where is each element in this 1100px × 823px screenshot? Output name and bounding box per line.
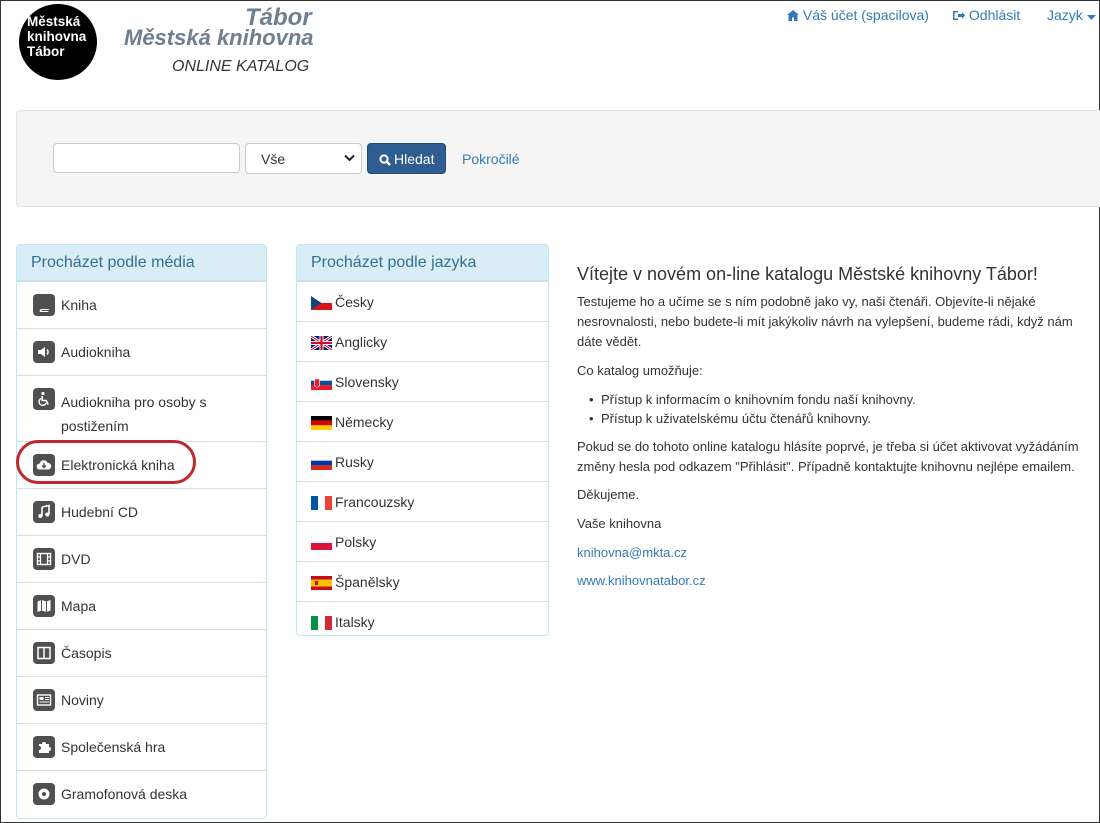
media-item-label: Gramofonová deska xyxy=(61,786,188,802)
book-icon xyxy=(33,294,55,316)
language-item-label: Španělsky xyxy=(335,574,400,590)
puzzle-icon xyxy=(33,736,55,758)
search-input[interactable] xyxy=(53,143,240,173)
language-item-italian[interactable]: Italsky xyxy=(297,601,548,635)
newspaper-icon xyxy=(33,689,55,711)
thanks-text: Děkujeme. xyxy=(577,487,640,502)
account-label: Váš účet (spacilova) xyxy=(802,7,929,23)
language-item-label: Francouzsky xyxy=(335,494,415,510)
media-item-label: Noviny xyxy=(61,692,104,708)
media-item-vinyl[interactable]: Gramofonová deska xyxy=(17,770,266,818)
czech-flag-icon xyxy=(311,296,332,310)
search-icon xyxy=(379,154,391,166)
language-item-english[interactable]: Anglicky xyxy=(297,321,548,361)
media-item-dvd[interactable]: DVD xyxy=(17,535,266,582)
russian-flag-icon xyxy=(311,456,332,470)
email-link[interactable]: knihovna@mkta.cz xyxy=(577,543,687,563)
logo-line-2: knihovna xyxy=(27,29,87,44)
media-item-label: Společenská hra xyxy=(61,739,166,755)
language-item-label: Anglicky xyxy=(335,334,388,350)
media-item-label: Časopis xyxy=(61,645,112,661)
language-item-label: Slovensky xyxy=(335,374,399,390)
media-panel: Procházet podle média Kniha Audiokniha A… xyxy=(16,244,267,819)
media-item-music-cd[interactable]: Hudební CD xyxy=(17,488,266,535)
polish-flag-icon xyxy=(311,536,332,550)
library-logo[interactable]: Městská knihovna Tábor xyxy=(19,4,97,80)
language-item-slovak[interactable]: Slovensky xyxy=(297,361,548,401)
media-item-label: Audiokniha pro osoby s postižením xyxy=(61,394,207,434)
welcome-heading: Vítejte v novém on-line katalogu Městské… xyxy=(577,264,1038,284)
features-label: Co katalog umožňuje: xyxy=(577,363,703,378)
media-item-book[interactable]: Kniha xyxy=(17,281,266,328)
search-button[interactable]: Hledat xyxy=(367,143,446,174)
media-panel-title: Procházet podle média xyxy=(17,245,266,281)
map-icon xyxy=(33,595,55,617)
media-item-newspaper[interactable]: Noviny xyxy=(17,676,266,723)
language-item-polish[interactable]: Polsky xyxy=(297,521,548,561)
media-item-label: DVD xyxy=(61,551,91,567)
wheelchair-icon xyxy=(33,388,55,410)
language-dropdown[interactable]: Jazyk xyxy=(1047,7,1096,23)
french-flag-icon xyxy=(311,496,332,510)
italian-flag-icon xyxy=(311,616,332,630)
media-item-map[interactable]: Mapa xyxy=(17,582,266,629)
search-button-label: Hledat xyxy=(394,151,435,167)
language-item-spanish[interactable]: Španělsky xyxy=(297,561,548,601)
logo-line-3: Tábor xyxy=(27,44,65,59)
media-item-label: Mapa xyxy=(61,598,97,614)
welcome-intro-line: nesrovnalosti, nebo budete-li mít jakýko… xyxy=(577,314,1073,329)
columns-icon xyxy=(33,642,55,664)
website-link[interactable]: www.knihovnatabor.cz xyxy=(577,571,706,591)
advanced-search-link[interactable]: Pokročilé xyxy=(462,151,520,167)
language-item-label: Rusky xyxy=(335,454,374,470)
german-flag-icon xyxy=(311,416,332,430)
chevron-down-icon xyxy=(344,154,355,162)
media-item-audiobook[interactable]: Audiokniha xyxy=(17,328,266,375)
spanish-flag-icon xyxy=(311,576,332,590)
search-type-select[interactable]: Vše xyxy=(245,143,362,174)
language-item-label: Italsky xyxy=(335,614,375,630)
brand-catalog: ONLINE KATALOG xyxy=(172,58,310,75)
language-item-german[interactable]: Německy xyxy=(297,401,548,441)
slovak-flag-icon xyxy=(311,376,332,390)
activation-line: Pokud se do tohoto online katalogu hlásí… xyxy=(577,439,1079,454)
welcome-intro-line: dáte vědět. xyxy=(577,334,642,349)
signature-text: Vaše knihovna xyxy=(577,516,662,531)
search-type-value: Vše xyxy=(261,151,286,167)
activation-line: změny hesla pod odkazem "Přihlásit". Pří… xyxy=(577,459,1075,474)
language-item-russian[interactable]: Rusky xyxy=(297,441,548,481)
welcome-intro-line: Testujeme ho a učíme se s ním podobně ja… xyxy=(577,294,1036,309)
ebook-highlight-annotation xyxy=(16,440,196,484)
media-item-accessible-audiobook[interactable]: Audiokniha pro osoby s postižením xyxy=(17,375,266,441)
logo-line-1: Městská xyxy=(27,14,81,29)
media-item-label: Audiokniha xyxy=(61,344,131,360)
record-icon xyxy=(33,783,55,805)
language-item-label: Německy xyxy=(335,414,394,430)
logout-link[interactable]: Odhlásit xyxy=(953,7,1020,23)
language-item-french[interactable]: Francouzsky xyxy=(297,481,548,521)
logout-label: Odhlásit xyxy=(968,7,1021,23)
language-item-label: Polsky xyxy=(335,534,377,550)
caret-down-icon xyxy=(1086,15,1096,20)
language-panel-title: Procházet podle jazyka xyxy=(297,245,548,281)
media-item-magazine[interactable]: Časopis xyxy=(17,629,266,676)
media-item-label: Kniha xyxy=(61,297,97,313)
music-icon xyxy=(33,501,55,523)
volume-icon xyxy=(33,341,55,363)
language-label: Jazyk xyxy=(1047,7,1083,23)
language-item-czech[interactable]: Česky xyxy=(297,281,548,321)
account-link[interactable]: Váš účet (spacilova) xyxy=(787,7,929,23)
language-panel: Procházet podle jazyka Česky Anglicky Sl… xyxy=(296,244,549,636)
media-item-board-game[interactable]: Společenská hra xyxy=(17,723,266,770)
logout-icon xyxy=(953,11,965,20)
feature-item: Přístup k informacím o knihovním fondu n… xyxy=(589,392,916,407)
brand-library[interactable]: Městská knihovna xyxy=(124,25,314,51)
uk-flag-icon xyxy=(311,336,332,350)
language-item-label: Česky xyxy=(335,294,374,310)
home-icon xyxy=(787,10,799,21)
feature-item: Přístup k uživatelskému účtu čtenářů kni… xyxy=(589,411,871,426)
film-icon xyxy=(33,548,55,570)
media-item-label: Hudební CD xyxy=(61,504,139,520)
